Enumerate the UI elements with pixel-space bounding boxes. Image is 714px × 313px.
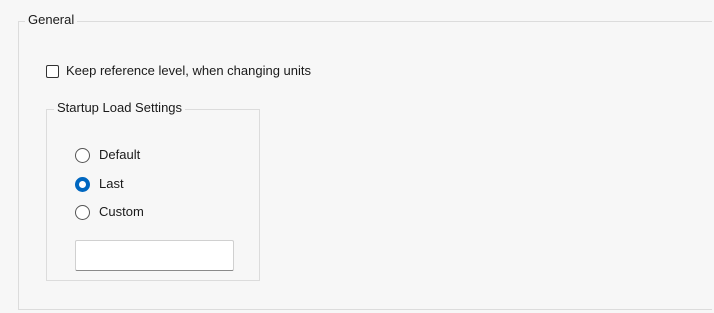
radio-last-label: Last [99,176,124,191]
radio-unchecked-icon[interactable] [75,204,90,220]
radio-default-label: Default [99,147,141,162]
settings-page: General Keep reference level, when chang… [0,0,714,313]
checkbox-unchecked-icon[interactable] [46,64,59,78]
radio-default[interactable]: Default [75,146,140,164]
radio-checked-icon[interactable] [75,176,90,192]
keep-reference-level-label: Keep reference level, when changing unit… [66,63,311,78]
radio-unchecked-icon[interactable] [75,147,90,163]
custom-path-input[interactable] [75,240,234,271]
radio-last[interactable]: Last [75,175,124,193]
radio-custom-label: Custom [99,204,144,219]
radio-custom[interactable]: Custom [75,203,144,221]
keep-reference-level-checkbox[interactable]: Keep reference level, when changing unit… [46,62,311,80]
startup-load-settings-title: Startup Load Settings [54,99,186,117]
general-group-title: General [25,11,78,29]
